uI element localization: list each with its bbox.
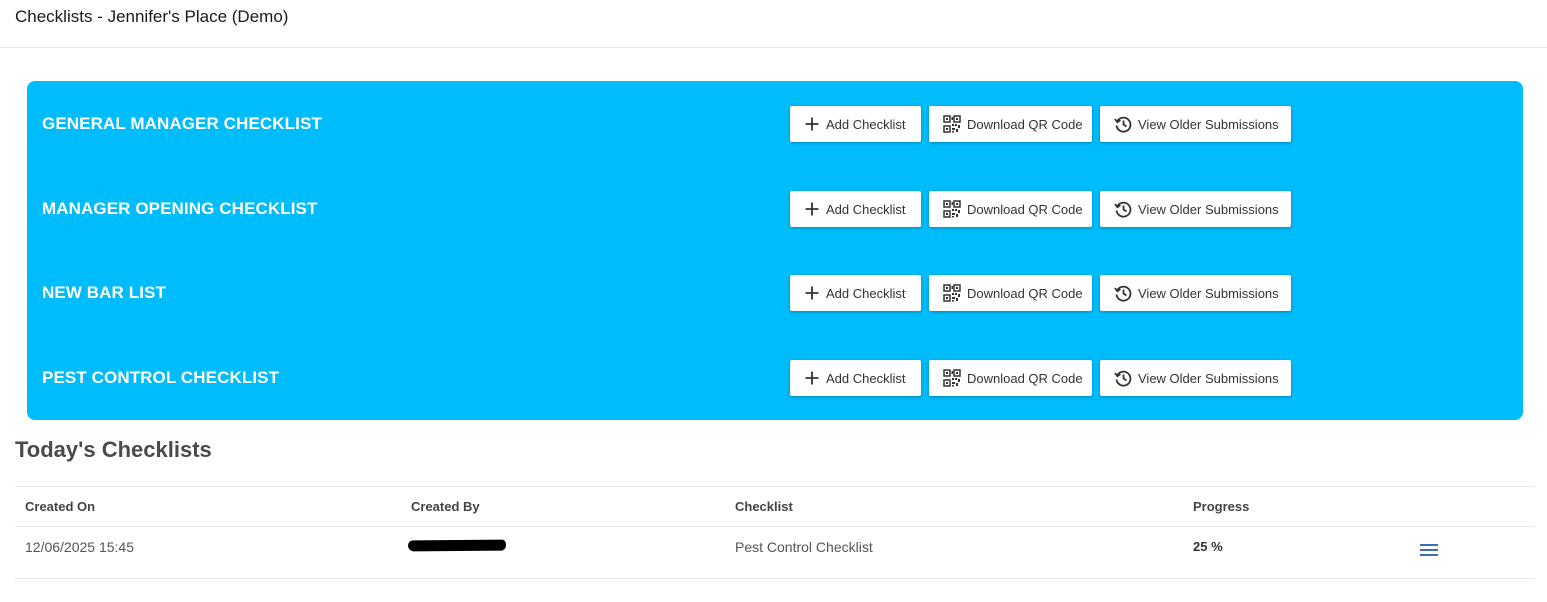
qr-code-icon — [943, 115, 961, 133]
plus-icon — [804, 201, 820, 217]
page-title: Checklists - Jennifer's Place (Demo) — [15, 7, 289, 26]
redacted-name-mark — [407, 539, 507, 552]
column-header-checklist: Checklist — [735, 499, 793, 514]
progress-cell: 25 % — [1193, 539, 1223, 554]
checklist-row: GENERAL MANAGER CHECKLIST Add Checklist — [27, 106, 1523, 142]
add-checklist-button[interactable]: Add Checklist — [790, 360, 921, 396]
view-older-submissions-button[interactable]: View Older Submissions — [1100, 360, 1291, 396]
row-menu-button[interactable] — [1418, 541, 1440, 559]
download-qr-code-button[interactable]: Download QR Code — [929, 106, 1092, 142]
add-checklist-label: Add Checklist — [826, 201, 906, 217]
qr-code-icon — [943, 200, 961, 218]
download-qr-code-button[interactable]: Download QR Code — [929, 191, 1092, 227]
history-icon — [1114, 200, 1132, 218]
view-older-submissions-button[interactable]: View Older Submissions — [1100, 275, 1291, 311]
view-older-submissions-label: View Older Submissions — [1138, 201, 1279, 217]
history-icon — [1114, 284, 1132, 302]
add-checklist-button[interactable]: Add Checklist — [790, 106, 921, 142]
history-icon — [1114, 369, 1132, 387]
download-qr-code-label: Download QR Code — [967, 370, 1083, 386]
add-checklist-label: Add Checklist — [826, 370, 906, 386]
view-older-submissions-label: View Older Submissions — [1138, 285, 1279, 301]
download-qr-code-button[interactable]: Download QR Code — [929, 275, 1092, 311]
checklist-panel: GENERAL MANAGER CHECKLIST Add Checklist — [27, 81, 1523, 420]
menu-icon — [1420, 544, 1438, 556]
add-checklist-label: Add Checklist — [826, 285, 906, 301]
view-older-submissions-label: View Older Submissions — [1138, 116, 1279, 132]
top-bar: Checklists - Jennifer's Place (Demo) — [0, 0, 1547, 48]
download-qr-code-button[interactable]: Download QR Code — [929, 360, 1092, 396]
todays-checklists-title: Today's Checklists — [15, 437, 212, 462]
checklist-row: PEST CONTROL CHECKLIST Add Checklist Dow… — [27, 360, 1523, 396]
qr-code-icon — [943, 369, 961, 387]
column-header-progress: Progress — [1193, 499, 1250, 514]
table-row: 12/06/2025 15:45 Pest Control Checklist … — [15, 527, 1535, 579]
download-qr-code-label: Download QR Code — [967, 116, 1083, 132]
checklist-name: GENERAL MANAGER CHECKLIST — [42, 114, 322, 133]
view-older-submissions-button[interactable]: View Older Submissions — [1100, 191, 1291, 227]
table-header: Created On Created By Checklist Progress — [15, 486, 1535, 527]
plus-icon — [804, 285, 820, 301]
checklist-row: MANAGER OPENING CHECKLIST Add Checklist — [27, 191, 1523, 227]
add-checklist-label: Add Checklist — [826, 116, 906, 132]
column-header-created-by: Created By — [411, 499, 480, 514]
column-header-created-on: Created On — [25, 499, 96, 514]
history-icon — [1114, 115, 1132, 133]
checklist-name: PEST CONTROL CHECKLIST — [42, 368, 280, 387]
view-older-submissions-label: View Older Submissions — [1138, 370, 1279, 386]
plus-icon — [804, 370, 820, 386]
checklist-name: NEW BAR LIST — [42, 283, 166, 302]
add-checklist-button[interactable]: Add Checklist — [790, 191, 921, 227]
view-older-submissions-button[interactable]: View Older Submissions — [1100, 106, 1291, 142]
checklist-row: NEW BAR LIST Add Checklist Download QR C… — [27, 275, 1523, 311]
plus-icon — [804, 116, 820, 132]
download-qr-code-label: Download QR Code — [967, 201, 1083, 217]
add-checklist-button[interactable]: Add Checklist — [790, 275, 921, 311]
download-qr-code-label: Download QR Code — [967, 285, 1083, 301]
checklist-cell: Pest Control Checklist — [735, 539, 873, 555]
qr-code-icon — [943, 284, 961, 302]
created-on-cell: 12/06/2025 15:45 — [25, 539, 134, 555]
checklist-name: MANAGER OPENING CHECKLIST — [42, 199, 318, 218]
